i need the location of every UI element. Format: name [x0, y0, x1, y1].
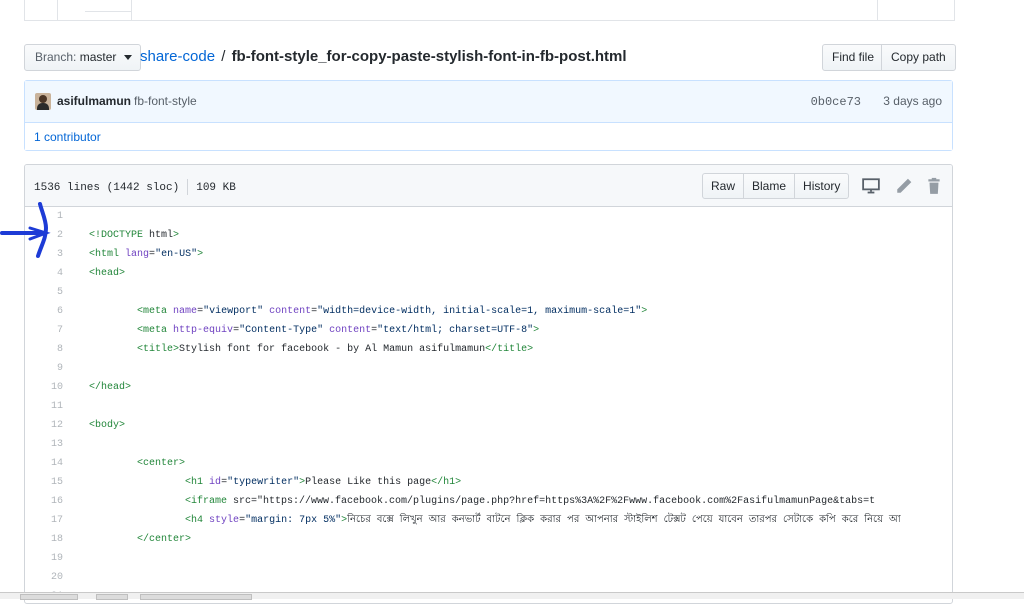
line-number[interactable]: 20	[25, 568, 63, 587]
blame-button[interactable]: Blame	[743, 173, 796, 199]
line-source: <!DOCTYPE html>	[89, 230, 180, 241]
commit-time: 3 days ago	[883, 94, 942, 108]
line-source: <html lang="en-US">	[89, 249, 204, 260]
line-number[interactable]: 4	[25, 264, 63, 283]
desktop-icon[interactable]	[862, 177, 880, 195]
line-number[interactable]: 15	[25, 473, 63, 492]
caret-down-icon	[123, 55, 132, 61]
trash-icon[interactable]	[925, 177, 943, 195]
previous-panel	[24, 0, 955, 21]
code-line: 10 </head>	[25, 378, 952, 397]
history-button[interactable]: History	[794, 173, 850, 199]
line-source: <iframe src="https://www.facebook.com/pl…	[185, 496, 876, 507]
line-source: <h4 style="margin: 7px 5%">নিচের বক্সে ল…	[185, 515, 901, 526]
pencil-icon[interactable]	[895, 177, 913, 195]
branch-name: master	[79, 50, 117, 64]
taskbar-tab[interactable]	[140, 594, 252, 600]
line-source: </head>	[89, 382, 132, 393]
code-line: 20	[25, 568, 952, 587]
line-number[interactable]: 10	[25, 378, 63, 397]
commit-message-link[interactable]: fb-font-style	[134, 94, 197, 108]
breadcrumb: share-code / fb-font-style_for-copy-past…	[140, 46, 627, 68]
line-number[interactable]: 6	[25, 302, 63, 321]
line-source: <meta name="viewport" content="width=dev…	[137, 306, 648, 317]
contributors-link[interactable]: 1 contributor	[34, 130, 101, 144]
contributors-row: 1 contributor	[25, 123, 952, 150]
taskbar-tab[interactable]	[96, 594, 128, 600]
code-line: 15 <h1 id="typewriter">Please Like this …	[25, 473, 952, 492]
line-source: <center>	[137, 458, 186, 469]
file-header: 1536 lines (1442 sloc) 109 KB Raw Blame H…	[25, 165, 952, 207]
commit-author-link[interactable]: asifulmamun	[57, 94, 131, 108]
line-source: <title>Stylish font for facebook - by Al…	[137, 344, 534, 355]
annotation-arrow-mark	[0, 202, 51, 258]
branch-prefix: Branch:	[35, 50, 77, 64]
code-line: 6 <meta name="viewport" content="width=d…	[25, 302, 952, 321]
line-number[interactable]: 7	[25, 321, 63, 340]
breadcrumb-repo-link[interactable]: share-code	[140, 48, 215, 65]
code-line: 18 </center>	[25, 530, 952, 549]
line-number[interactable]: 18	[25, 530, 63, 549]
code-line: 11	[25, 397, 952, 416]
commit-sha-link[interactable]: 0b0ce73	[811, 95, 861, 109]
code-line: 5	[25, 283, 952, 302]
code-line: 1	[25, 207, 952, 226]
file-viewer: 1536 lines (1442 sloc) 109 KB Raw Blame H…	[24, 164, 953, 604]
line-number[interactable]: 9	[25, 359, 63, 378]
code-line: 4 <head>	[25, 264, 952, 283]
file-line-count: 1536 lines (1442 sloc)	[34, 181, 180, 194]
latest-commit-row: asifulmamun fb-font-style 0b0ce73 3 days…	[25, 81, 952, 123]
line-number[interactable]: 5	[25, 283, 63, 302]
code-body: 1 2 <!DOCTYPE html> 3 <html lang="en-US"> 4 <h…	[25, 207, 952, 603]
code-line: 17 <h4 style="margin: 7px 5%">নিচের বক্স…	[25, 511, 952, 530]
line-number[interactable]: 16	[25, 492, 63, 511]
file-size: 109 KB	[196, 181, 236, 194]
line-source: <h1 id="typewriter">Please Like this pag…	[185, 477, 462, 488]
commit-tease: asifulmamun fb-font-style 0b0ce73 3 days…	[24, 80, 953, 151]
breadcrumb-separator: /	[221, 48, 226, 65]
line-number[interactable]: 19	[25, 549, 63, 568]
line-number[interactable]: 8	[25, 340, 63, 359]
code-line: 2 <!DOCTYPE html>	[25, 226, 952, 245]
code-line: 8 <title>Stylish font for facebook - by …	[25, 340, 952, 359]
branch-select-button[interactable]: Branch: master	[24, 44, 141, 71]
raw-button[interactable]: Raw	[702, 173, 745, 199]
line-source: <head>	[89, 268, 126, 279]
line-source: <meta http-equiv="Content-Type" content=…	[137, 325, 540, 336]
code-line: 16 <iframe src="https://www.facebook.com…	[25, 492, 952, 511]
code-line: 14 <center>	[25, 454, 952, 473]
avatar[interactable]	[35, 93, 51, 110]
code-line: 12 <body>	[25, 416, 952, 435]
line-number[interactable]: 11	[25, 397, 63, 416]
line-number[interactable]: 12	[25, 416, 63, 435]
line-source: </center>	[137, 534, 192, 545]
line-number[interactable]: 17	[25, 511, 63, 530]
code-line: 3 <html lang="en-US">	[25, 245, 952, 264]
file-actions: Raw Blame History	[702, 173, 850, 199]
line-number[interactable]: 13	[25, 435, 63, 454]
code-line: 9	[25, 359, 952, 378]
breadcrumb-file-name: fb-font-style_for-copy-paste-stylish-fon…	[231, 48, 627, 65]
code-line: 13	[25, 435, 952, 454]
file-info-divider	[187, 179, 189, 195]
code-line: 19	[25, 549, 952, 568]
taskbar-tab[interactable]	[20, 594, 78, 600]
find-file-button[interactable]: Find file	[822, 44, 885, 71]
line-number[interactable]: 14	[25, 454, 63, 473]
code-line: 7 <meta http-equiv="Content-Type" conten…	[25, 321, 952, 340]
file-info: 1536 lines (1442 sloc) 109 KB	[34, 179, 236, 195]
line-source: <body>	[89, 420, 126, 431]
copy-path-button[interactable]: Copy path	[881, 44, 956, 71]
